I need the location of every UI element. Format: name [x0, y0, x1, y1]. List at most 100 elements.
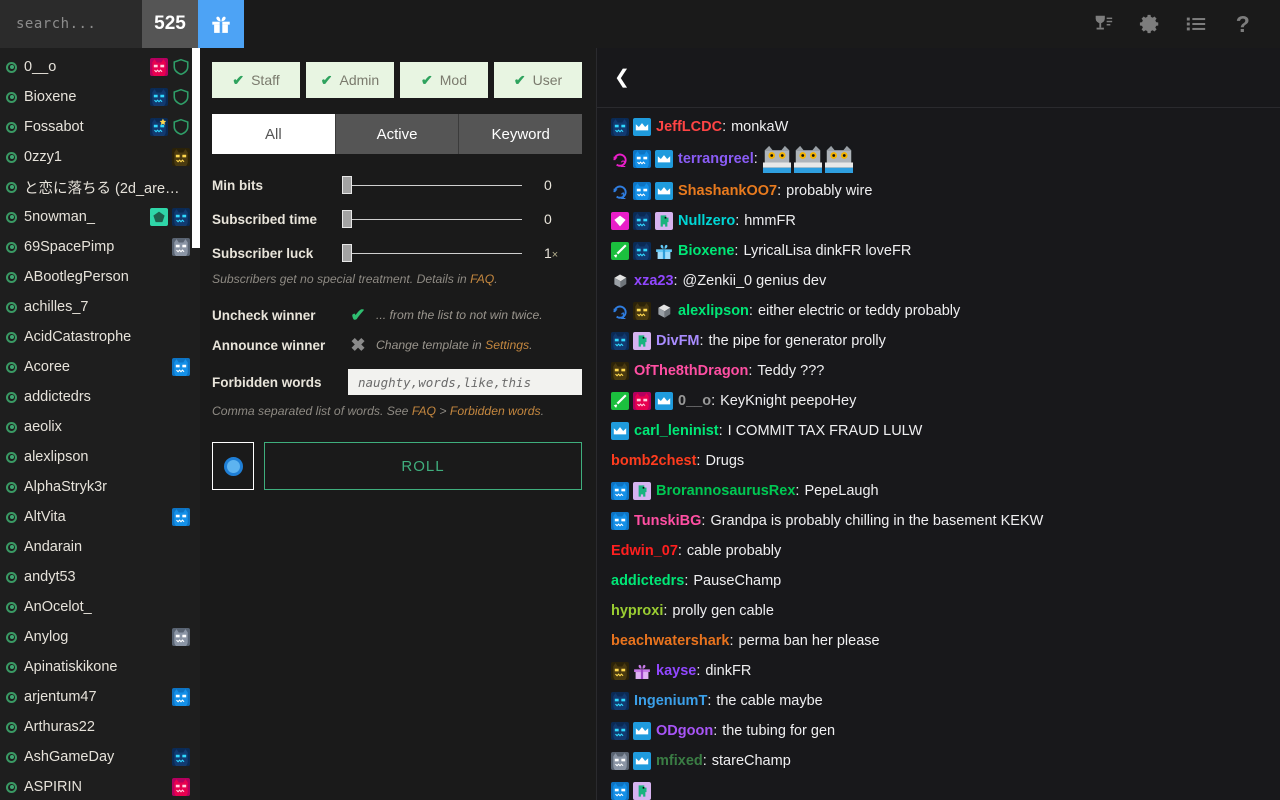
message-author[interactable]: mfixed [656, 753, 703, 769]
user-row[interactable]: AlphaStryk3r [0, 472, 200, 502]
chat-message[interactable]: DivFM: the pipe for generator prolly [611, 326, 1270, 356]
message-author[interactable]: Edwin_07 [611, 543, 678, 559]
user-row[interactable]: Andarain [0, 532, 200, 562]
user-select-radio[interactable] [6, 601, 17, 613]
user-select-radio[interactable] [6, 271, 17, 283]
message-author[interactable]: DivFM [656, 333, 700, 349]
trophy-list-icon[interactable] [1090, 11, 1116, 37]
list-icon[interactable] [1183, 11, 1209, 37]
chat-message[interactable]: JeffLCDC: monkaW [611, 112, 1270, 142]
user-select-radio[interactable] [6, 571, 17, 583]
message-author[interactable]: bomb2chest [611, 453, 696, 469]
search-input[interactable] [0, 0, 142, 48]
tab-keyword[interactable]: Keyword [459, 114, 583, 154]
user-list-panel[interactable]: 0__o Bioxene Fossabot 0zzy1 と恋に落ちる (2d_a… [0, 48, 200, 800]
chat-message[interactable]: 2 terrangreel: [611, 142, 1270, 176]
user-row[interactable]: AshGameDay [0, 742, 200, 772]
settings-link[interactable]: Settings [485, 338, 529, 352]
slider-track[interactable] [340, 209, 530, 229]
forbidden-words-input[interactable] [348, 369, 582, 395]
user-row[interactable]: AnOcelot_ [0, 592, 200, 622]
message-author[interactable]: OfThe8thDragon [634, 363, 748, 379]
user-select-radio[interactable] [6, 511, 17, 523]
chat-message[interactable]: OfThe8thDragon: Teddy ??? [611, 356, 1270, 386]
role-filter-admin[interactable]: ✔ Admin [306, 62, 394, 98]
faq-link-2[interactable]: FAQ [412, 404, 436, 418]
chat-message[interactable]: 1 ShashankOO7: probably wire [611, 176, 1270, 206]
message-author[interactable]: TunskiBG [634, 513, 701, 529]
user-select-radio[interactable] [6, 691, 17, 703]
user-row[interactable]: andyt53 [0, 562, 200, 592]
message-author[interactable]: Bioxene [678, 243, 734, 259]
chevron-left-icon[interactable]: ❮ [611, 67, 633, 89]
tab-all[interactable]: All [212, 114, 336, 154]
chat-message[interactable]: carl_leninist: I COMMIT TAX FRAUD LULW [611, 416, 1270, 446]
user-select-radio[interactable] [6, 391, 17, 403]
message-author[interactable]: JeffLCDC [656, 119, 722, 135]
user-select-radio[interactable] [6, 481, 17, 493]
user-select-radio[interactable] [6, 451, 17, 463]
roll-button[interactable]: ROLL [264, 442, 582, 490]
message-author[interactable]: BrorannosaurusRex [656, 483, 795, 499]
faq-link[interactable]: FAQ [470, 272, 494, 286]
user-select-radio[interactable] [6, 361, 17, 373]
user-row[interactable]: Fossabot [0, 112, 200, 142]
chat-message-list[interactable]: JeffLCDC: monkaW 2 terrangreel: 1 Shasha… [597, 108, 1280, 800]
user-row[interactable]: Apinatiskikone [0, 652, 200, 682]
user-select-radio[interactable] [6, 181, 17, 193]
user-select-radio[interactable] [6, 661, 17, 673]
role-filter-staff[interactable]: ✔ Staff [212, 62, 300, 98]
user-row[interactable]: 69SpacePimp [0, 232, 200, 262]
role-filter-user[interactable]: ✔ User [494, 62, 582, 98]
message-author[interactable]: ODgoon [656, 723, 713, 739]
uncheck-winner-checkmark-icon[interactable]: ✔ [340, 305, 376, 326]
user-row[interactable]: Acoree [0, 352, 200, 382]
chat-message[interactable]: bomb2chest: Drugs [611, 446, 1270, 476]
user-row[interactable]: AltVita [0, 502, 200, 532]
user-select-radio[interactable] [6, 781, 17, 793]
slider-knob[interactable] [342, 176, 352, 194]
user-select-radio[interactable] [6, 241, 17, 253]
chat-message[interactable]: BrorannosaurusRex: PepeLaugh [611, 476, 1270, 506]
user-select-radio[interactable] [6, 421, 17, 433]
chat-message[interactable]: ODgoon: the tubing for gen [611, 716, 1270, 746]
user-row[interactable]: 5nowman_ [0, 202, 200, 232]
forbidden-words-link[interactable]: Forbidden words [450, 404, 541, 418]
chat-message[interactable]: Nullzero: hmmFR [611, 206, 1270, 236]
user-select-radio[interactable] [6, 211, 17, 223]
message-author[interactable]: hyproxi [611, 603, 663, 619]
user-row[interactable]: と恋に落ちる (2d_are_be... [0, 172, 200, 202]
message-author[interactable]: Nullzero [678, 213, 735, 229]
message-author[interactable]: 0__o [678, 393, 711, 409]
user-row[interactable]: 0__o [0, 52, 200, 82]
user-select-radio[interactable] [6, 631, 17, 643]
tab-active[interactable]: Active [335, 114, 460, 154]
chat-message[interactable]: 1 alexlipson: either electric or teddy pr… [611, 296, 1270, 326]
slider-track[interactable] [340, 243, 530, 263]
chat-message[interactable]: Edwin_07: cable probably [611, 536, 1270, 566]
slider-knob[interactable] [342, 244, 352, 262]
message-author[interactable]: ShashankOO7 [678, 183, 777, 199]
record-toggle-icon[interactable] [212, 442, 254, 490]
chat-message[interactable]: Bioxene: LyricalLisa dinkFR loveFR [611, 236, 1270, 266]
chat-message[interactable]: IngeniumT: the cable maybe [611, 686, 1270, 716]
message-author[interactable]: beachwatershark [611, 633, 729, 649]
role-filter-mod[interactable]: ✔ Mod [400, 62, 488, 98]
user-select-radio[interactable] [6, 91, 17, 103]
user-list-scroll-thumb[interactable] [192, 48, 200, 248]
message-author[interactable]: xza23 [634, 273, 674, 289]
user-row[interactable]: ASPIRIN [0, 772, 200, 800]
user-row[interactable]: Bioxene [0, 82, 200, 112]
chat-message[interactable] [611, 776, 1270, 800]
user-row[interactable]: arjentum47 [0, 682, 200, 712]
chat-message[interactable]: hyproxi: prolly gen cable [611, 596, 1270, 626]
chat-message[interactable]: 0__o: KeyKnight peepoHey [611, 386, 1270, 416]
user-select-radio[interactable] [6, 301, 17, 313]
message-author[interactable]: kayse [656, 663, 696, 679]
user-row[interactable]: aeolix [0, 412, 200, 442]
chat-message[interactable]: mfixed: stareChamp [611, 746, 1270, 776]
announce-winner-cross-icon[interactable]: ✖ [340, 335, 376, 356]
message-author[interactable]: addictedrs [611, 573, 684, 589]
user-row[interactable]: alexlipson [0, 442, 200, 472]
user-row[interactable]: 0zzy1 [0, 142, 200, 172]
